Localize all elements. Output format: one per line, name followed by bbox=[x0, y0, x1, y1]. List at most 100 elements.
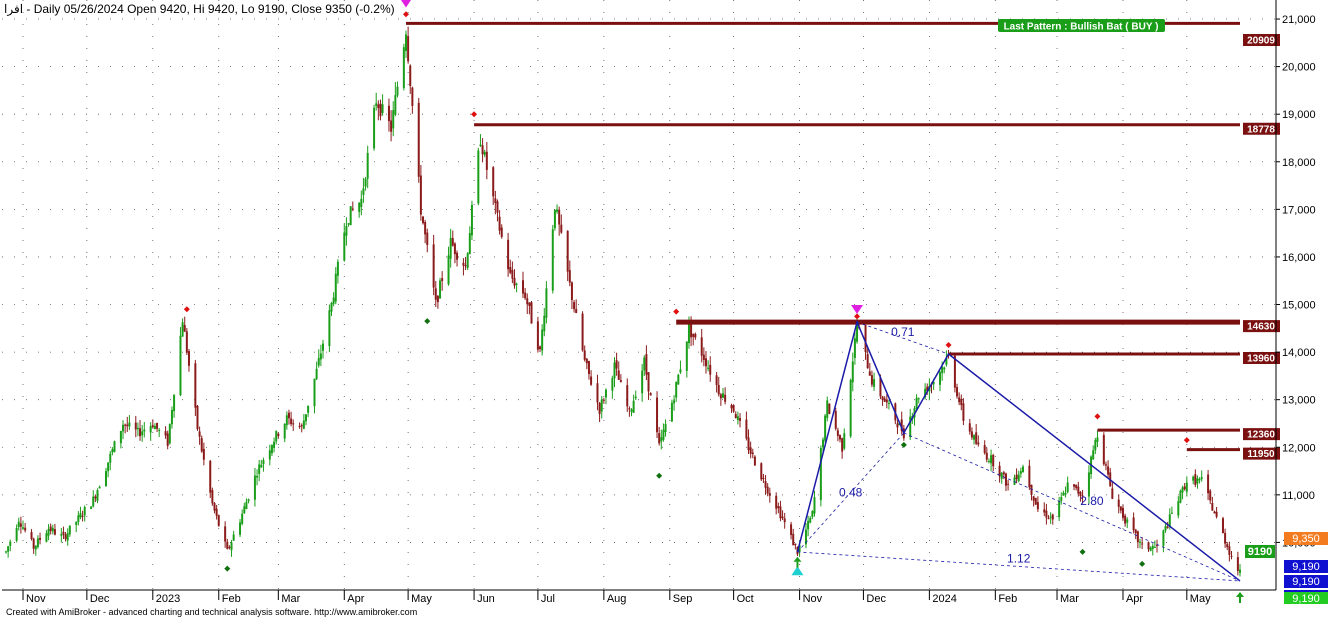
candle-body bbox=[992, 454, 995, 467]
candle-body bbox=[853, 338, 856, 358]
candle-body bbox=[126, 424, 129, 427]
candle-body bbox=[509, 267, 512, 273]
candle-body bbox=[968, 423, 971, 432]
candle-body bbox=[313, 378, 316, 407]
x-tick-label: Mar bbox=[281, 593, 300, 605]
candle-body bbox=[36, 538, 39, 548]
candle-body bbox=[268, 450, 271, 460]
candle-body bbox=[575, 309, 578, 314]
candle-body bbox=[1028, 465, 1031, 488]
candle-body bbox=[9, 541, 12, 546]
candle-body bbox=[366, 153, 369, 179]
candle-body bbox=[1064, 493, 1067, 495]
candle-body bbox=[24, 527, 27, 531]
candle-body bbox=[573, 302, 576, 310]
candle-body bbox=[1096, 437, 1099, 442]
candle-body bbox=[432, 244, 435, 288]
candle-body bbox=[441, 278, 444, 281]
candle-body bbox=[551, 229, 554, 291]
candle-body bbox=[283, 423, 286, 439]
candle-body bbox=[141, 431, 144, 436]
candle-body bbox=[792, 533, 795, 546]
candle-body bbox=[285, 415, 288, 426]
candle-body bbox=[1000, 472, 1003, 479]
candle-body bbox=[1002, 472, 1005, 475]
candle-body bbox=[287, 412, 290, 419]
pattern-ratio-label: 2.80 bbox=[1080, 494, 1104, 508]
candle-body bbox=[664, 423, 667, 433]
candle-body bbox=[670, 402, 673, 422]
candle-body bbox=[1151, 545, 1154, 550]
x-tick-label: 2023 bbox=[156, 593, 180, 605]
candle-body bbox=[439, 280, 442, 299]
candle-body bbox=[158, 429, 161, 431]
candle-body bbox=[649, 393, 652, 396]
candle-body bbox=[643, 357, 646, 371]
candle-body bbox=[813, 497, 816, 514]
candle-body bbox=[390, 120, 393, 132]
candle-body bbox=[1183, 486, 1186, 490]
candle-body bbox=[466, 253, 469, 268]
candle-body bbox=[1209, 490, 1212, 501]
candle-body bbox=[1117, 499, 1120, 507]
candle-body bbox=[81, 515, 84, 517]
candle-body bbox=[168, 424, 171, 444]
y-tick-label: 21,000 bbox=[1282, 14, 1316, 26]
candle-body bbox=[396, 86, 399, 96]
candle-body bbox=[270, 445, 273, 454]
candle-body bbox=[343, 232, 346, 261]
candle-body bbox=[494, 198, 497, 204]
candle-body bbox=[566, 230, 569, 272]
candle-body bbox=[987, 460, 990, 462]
candle-body bbox=[885, 399, 888, 403]
candle-body bbox=[107, 462, 110, 472]
candle-body bbox=[570, 282, 573, 300]
candle-body bbox=[319, 353, 322, 360]
chart-title: افرا - Daily 05/26/2024 Open 9420, Hi 94… bbox=[4, 2, 395, 16]
candle-body bbox=[202, 448, 205, 460]
candle-body bbox=[539, 346, 542, 350]
candle-body bbox=[704, 358, 707, 367]
candle-body bbox=[379, 103, 382, 117]
candle-body bbox=[628, 408, 631, 410]
resistance-level-label: 18778 bbox=[1247, 124, 1275, 135]
candle-body bbox=[807, 520, 810, 530]
candle-body bbox=[213, 503, 216, 511]
candle-body bbox=[1045, 510, 1048, 518]
y-tick-label: 20,000 bbox=[1282, 62, 1316, 74]
candle-body bbox=[315, 368, 318, 380]
candle-body bbox=[1139, 541, 1142, 543]
candle-body bbox=[724, 394, 727, 402]
y-tick-label: 18,000 bbox=[1282, 157, 1316, 169]
candle-body bbox=[864, 325, 867, 352]
candle-body bbox=[866, 354, 869, 369]
candle-body bbox=[1073, 484, 1076, 487]
candle-body bbox=[619, 380, 622, 382]
candle-body bbox=[1207, 474, 1210, 494]
candle-body bbox=[675, 381, 678, 398]
candle-body bbox=[939, 372, 942, 385]
candle-body bbox=[507, 239, 510, 270]
candle-body bbox=[973, 435, 976, 440]
candle-body bbox=[119, 430, 122, 444]
candle-body bbox=[470, 204, 473, 236]
candle-body bbox=[496, 201, 499, 213]
candle-body bbox=[307, 405, 310, 413]
candle-body bbox=[747, 437, 750, 451]
candle-body bbox=[166, 433, 169, 446]
candle-body bbox=[1141, 543, 1144, 545]
y-tick-label: 13,000 bbox=[1282, 395, 1316, 407]
candle-body bbox=[1194, 474, 1197, 485]
candle-body bbox=[656, 397, 659, 433]
candle-body bbox=[679, 369, 682, 373]
candle-body bbox=[173, 394, 176, 412]
x-tick-label: Jun bbox=[477, 593, 495, 605]
candle-body bbox=[753, 456, 756, 466]
candle-body bbox=[781, 516, 784, 519]
candle-body bbox=[77, 515, 80, 523]
candle-body bbox=[1226, 544, 1229, 548]
x-tick-label: Mar bbox=[1060, 593, 1079, 605]
candle-body bbox=[581, 313, 584, 351]
candle-body bbox=[409, 65, 412, 86]
price-tag-label: 9,350 bbox=[1292, 533, 1320, 545]
